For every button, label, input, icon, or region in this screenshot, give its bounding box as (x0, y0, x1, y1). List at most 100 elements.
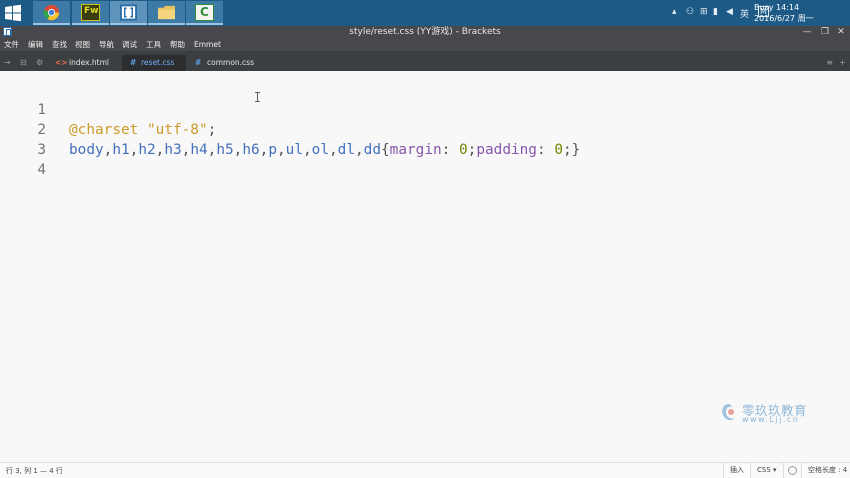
watermark-url: www.Ljj.cn (742, 415, 800, 424)
code-token-punc: , (277, 142, 286, 158)
taskbar-app-camtasia[interactable]: C (186, 1, 223, 25)
menu-view[interactable]: 视图 (75, 38, 90, 51)
watermark-logo-icon (722, 404, 735, 421)
clock-date: 2016/6/27 周一 (754, 14, 814, 23)
camtasia-icon-label: C (200, 5, 209, 19)
settings-gear-icon[interactable]: ⚙ (36, 58, 43, 68)
code-line: 1 @charset "utf-8"; (0, 80, 216, 138)
code-token-punc: , (303, 142, 312, 158)
code-token-tag: body (69, 142, 104, 158)
minimize-button[interactable]: — (800, 26, 814, 38)
menu-bar: 文件 编辑 查找 视图 导航 调试 工具 帮助 Emmet (0, 38, 850, 51)
menu-help[interactable]: 帮助 (170, 38, 185, 51)
tab-index-html[interactable]: <> index.html (50, 55, 120, 71)
code-token-punc: { (381, 142, 390, 158)
code-token-tag: p (268, 142, 277, 158)
code-token-punc: : (441, 142, 459, 158)
camtasia-icon: C (195, 4, 214, 21)
code-token-num: 0 (554, 142, 563, 158)
split-view-icon[interactable]: ⊟ (20, 58, 27, 68)
code-token-at: @charset (69, 122, 139, 138)
code-token-tag: h2 (138, 142, 156, 158)
tab-reset-css[interactable]: # reset.css (122, 55, 186, 71)
code-token-str: "utf-8" (146, 122, 208, 138)
line-content[interactable]: body,h1,h2,h3,h4,h5,h6,p,ul,ol,dl,dd{mar… (69, 140, 580, 160)
line-content[interactable]: @charset "utf-8"; (69, 120, 216, 140)
tab-list-menu-icon[interactable]: ≡ (826, 58, 833, 68)
restore-button[interactable]: ❐ (818, 26, 832, 38)
windows-taskbar: Fw C ▴ ⚇ ⊞ ▮ ◀ 英 M Busy 14:14 2016/6/27 … (0, 0, 850, 26)
code-token-punc (138, 122, 147, 138)
code-token-tag: ul (285, 142, 303, 158)
code-token-tag: h1 (112, 142, 130, 158)
language-selector[interactable]: CSS ▾ (750, 463, 783, 478)
fireworks-icon-label: Fw (84, 6, 99, 16)
code-token-punc: , (329, 142, 338, 158)
taskbar-app-fireworks[interactable]: Fw (72, 1, 109, 25)
code-token-tag: dd (363, 142, 381, 158)
navigate-forward-icon[interactable]: → (4, 58, 11, 68)
taskbar-clock[interactable]: Busy 14:14 2016/6/27 周一 (754, 2, 814, 24)
file-tab-bar: → ⊟ ⚙ <> index.html # reset.css # common… (0, 55, 850, 71)
code-token-punc: ; (207, 122, 217, 138)
taskbar-app-brackets[interactable] (110, 1, 147, 25)
html-file-icon: <> (55, 58, 68, 67)
menu-file[interactable]: 文件 (4, 38, 19, 51)
watermark: 零玖玖教育 www.Ljj.cn (720, 400, 820, 428)
code-token-tag: h3 (164, 142, 182, 158)
menu-edit[interactable]: 编辑 (28, 38, 43, 51)
css-file-icon: # (130, 58, 137, 67)
tray-keyboard-icon[interactable]: ⊞ (700, 7, 708, 17)
tray-battery-icon[interactable]: ▮ (713, 7, 718, 17)
insert-mode-toggle[interactable]: 插入 (723, 463, 750, 478)
indent-setting[interactable]: 空格长度 : 4 (801, 463, 850, 478)
menu-tools[interactable]: 工具 (146, 38, 161, 51)
text-cursor-ibeam-icon (255, 92, 260, 102)
taskbar-app-chrome[interactable] (33, 1, 70, 25)
css-file-icon: # (195, 58, 202, 67)
folder-icon (158, 5, 175, 20)
code-token-punc: , (355, 142, 364, 158)
code-token-tag: dl (337, 142, 355, 158)
window-titlebar: style/reset.css (YY游戏) - Brackets — ❐ ✕ (0, 26, 850, 38)
tab-label: common.css (207, 58, 254, 67)
tray-ime-indicator[interactable]: 英 (740, 7, 749, 20)
window-title: style/reset.css (YY游戏) - Brackets (349, 27, 501, 37)
add-pane-icon[interactable]: + (839, 58, 846, 68)
chrome-icon (43, 4, 60, 21)
code-editor[interactable]: 1 @charset "utf-8"; 2 body,h1,h2,h3,h4,h… (0, 71, 850, 462)
code-token-tag: h5 (216, 142, 234, 158)
tray-network-user-icon[interactable]: ⚇ (686, 7, 694, 17)
status-bar: 行 3, 列 1 — 4 行 插入 CSS ▾ 空格长度 : 4 (0, 462, 850, 478)
tray-volume-icon[interactable]: ◀ (726, 7, 733, 17)
screen: Fw C ▴ ⚇ ⊞ ▮ ◀ 英 M Busy 14:14 2016/6/27 … (0, 0, 850, 478)
brackets-icon (120, 4, 137, 21)
menu-navigate[interactable]: 导航 (99, 38, 114, 51)
code-token-prop: padding (476, 142, 537, 158)
code-line: 4 (0, 140, 52, 178)
code-line: 2 body,h1,h2,h3,h4,h5,h6,p,ul,ol,dl,dd{m… (0, 100, 580, 158)
tab-label: index.html (69, 58, 109, 67)
taskbar-app-file-explorer[interactable] (148, 1, 185, 25)
code-token-tag: h4 (190, 142, 208, 158)
code-token-tag: h6 (242, 142, 260, 158)
tab-common-css[interactable]: # common.css (188, 55, 260, 71)
close-button[interactable]: ✕ (834, 26, 848, 38)
fireworks-icon: Fw (81, 4, 100, 21)
menu-find[interactable]: 查找 (52, 38, 67, 51)
cursor-position: 行 3, 列 1 — 4 行 (6, 467, 63, 475)
line-number: 4 (37, 162, 46, 178)
menu-emmet[interactable]: Emmet (194, 38, 221, 51)
system-tray: ▴ ⚇ ⊞ ▮ ◀ 英 M Busy 14:14 2016/6/27 周一 (670, 0, 850, 26)
menu-debug[interactable]: 调试 (122, 38, 137, 51)
code-token-tag: ol (311, 142, 329, 158)
windows-start-icon[interactable] (4, 4, 22, 22)
tray-expand-icon[interactable]: ▴ (672, 7, 677, 17)
clock-status-time: Busy 14:14 (754, 3, 800, 12)
tab-label: reset.css (141, 58, 175, 67)
code-token-punc: : (536, 142, 555, 158)
code-token-num: 0 (458, 142, 468, 158)
linter-status-icon[interactable] (783, 463, 801, 478)
code-token-prop: margin (389, 142, 442, 158)
code-token-punc: ;} (562, 142, 581, 158)
